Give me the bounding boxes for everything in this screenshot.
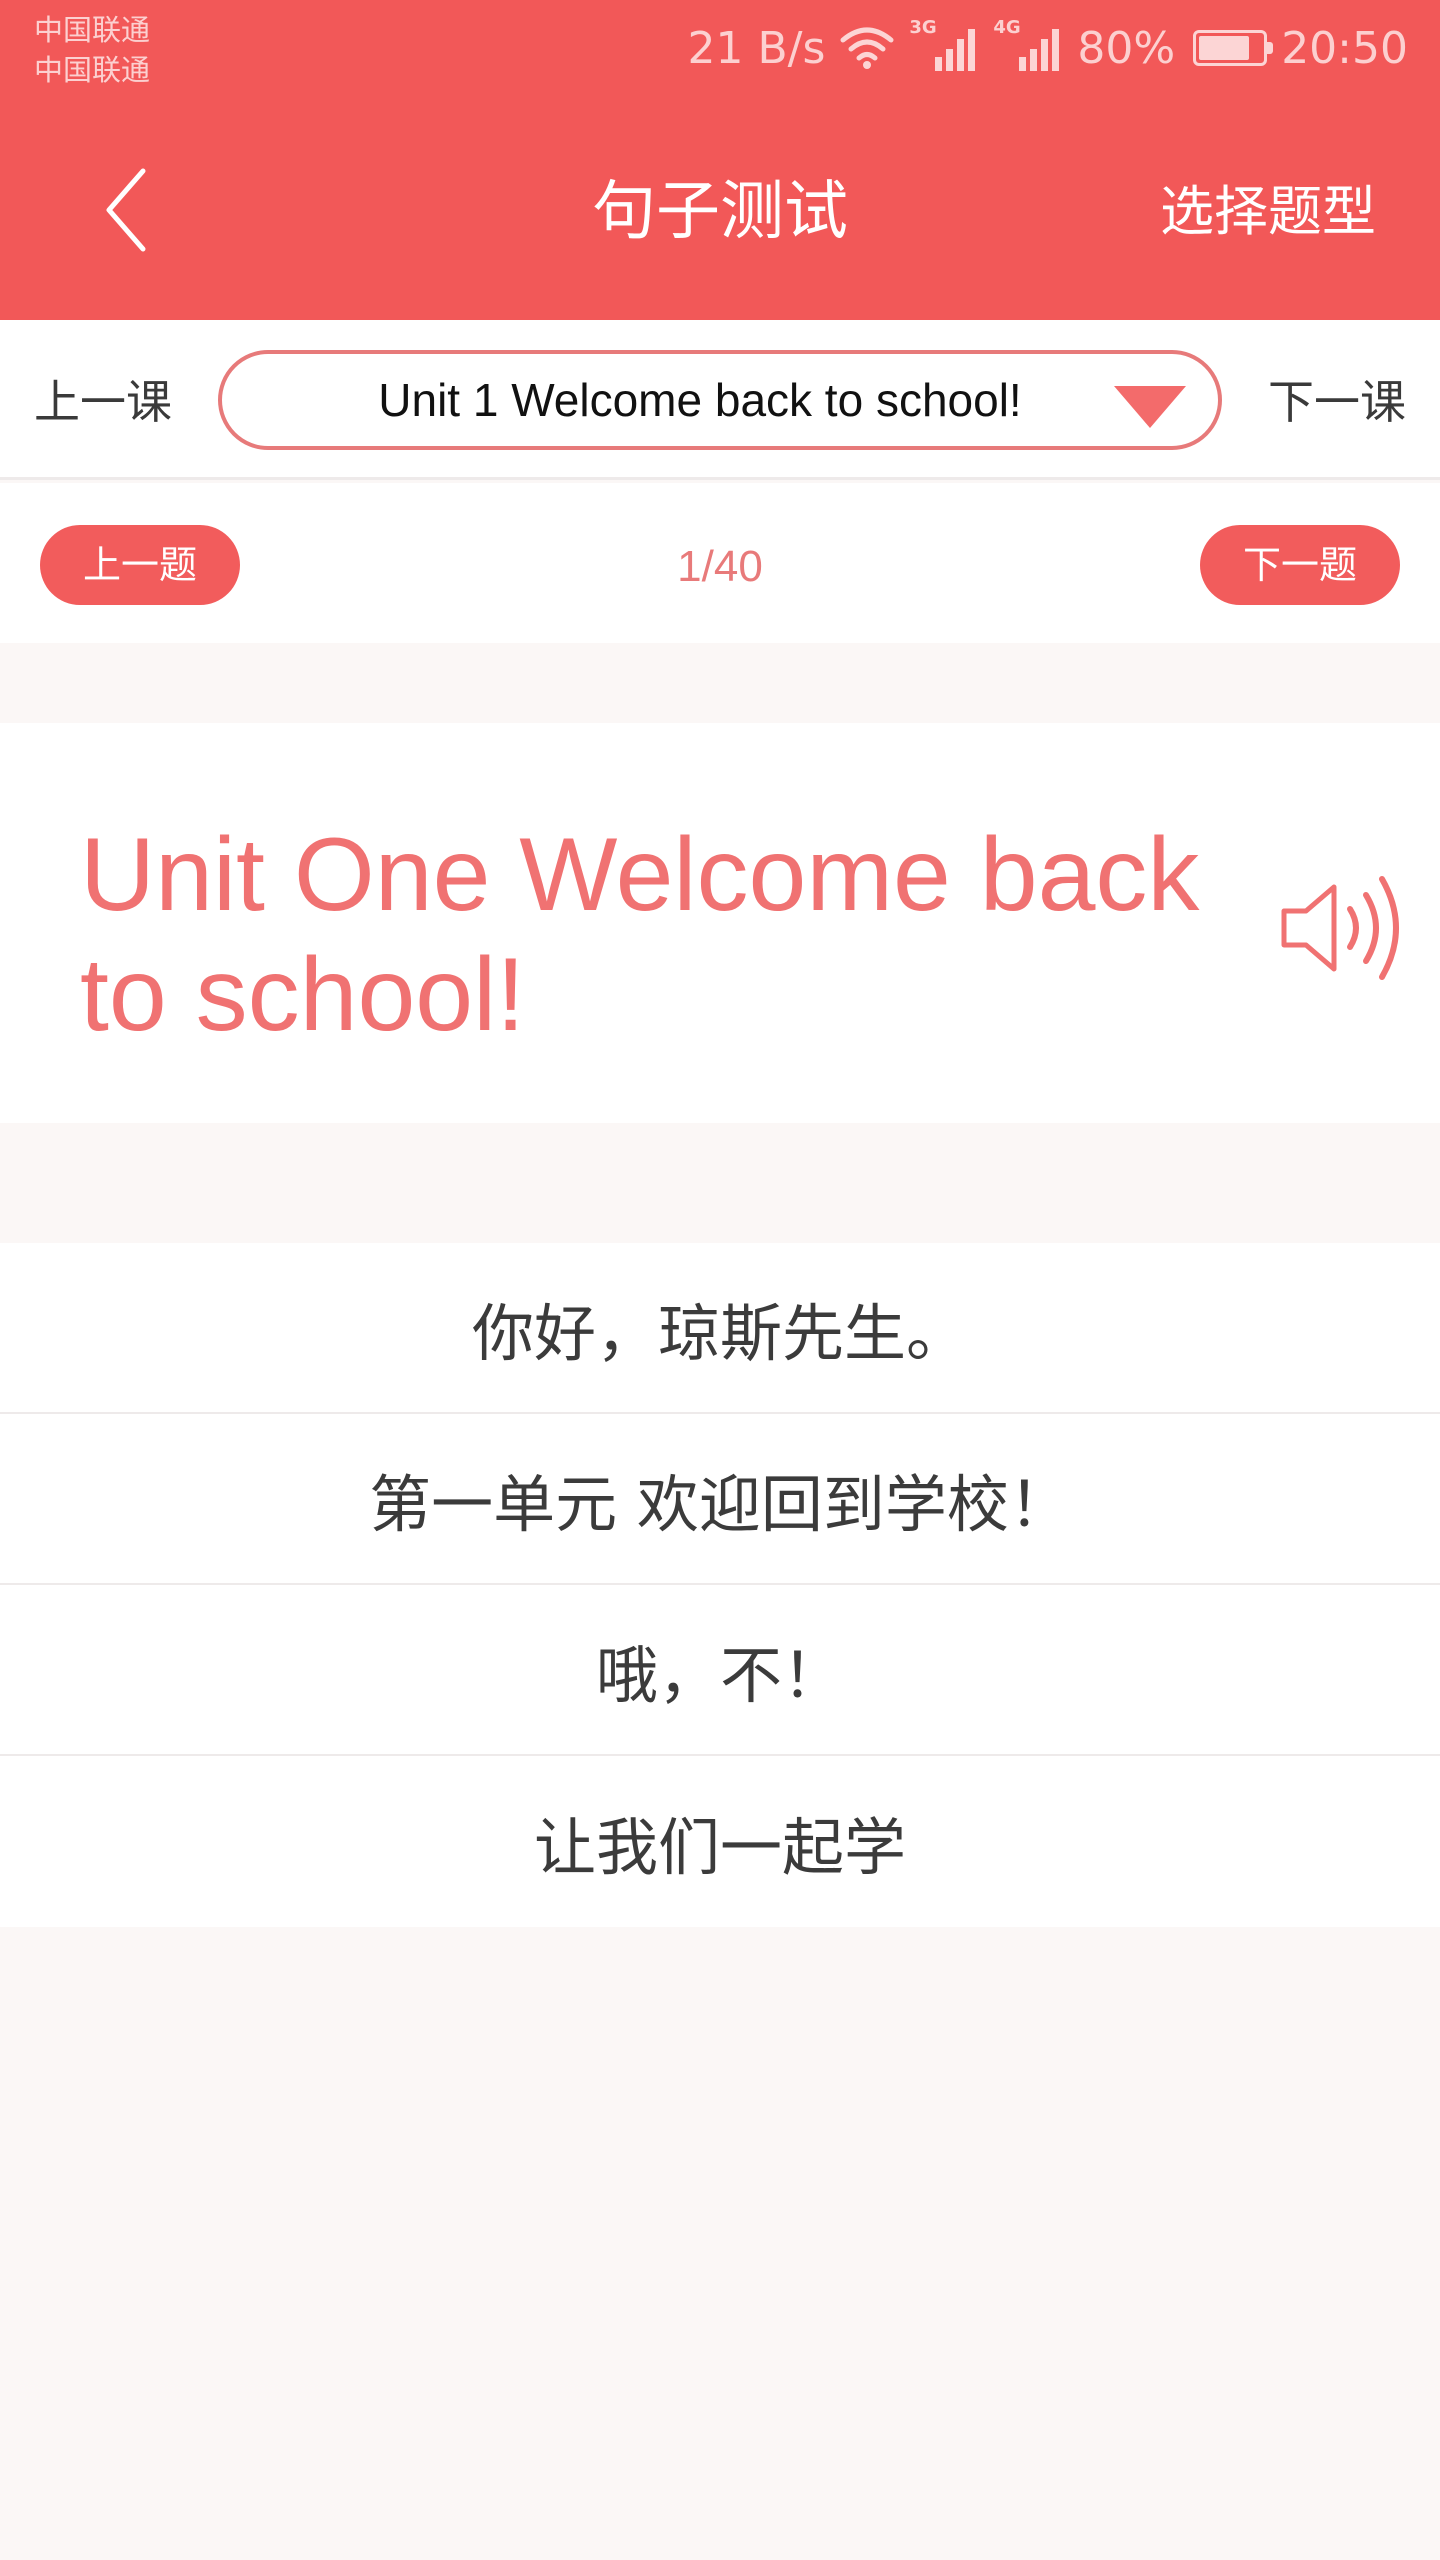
answer-option[interactable]: 哦，不！	[0, 1585, 1440, 1756]
answer-options: 你好，琼斯先生。 第一单元 欢迎回到学校！ 哦，不！ 让我们一起学	[0, 1243, 1440, 1927]
wifi-icon	[840, 27, 894, 69]
answer-option[interactable]: 让我们一起学	[0, 1756, 1440, 1927]
speaker-icon	[1281, 876, 1399, 980]
carrier-1: 中国联通	[34, 13, 151, 47]
signal-3g: 3G	[909, 17, 979, 73]
status-indicators: 21 B/s 3G 4G 80% 20:50	[687, 17, 1408, 78]
battery-fill	[1199, 36, 1249, 60]
app-header: 中国联通 中国联通 21 B/s 3G 4G 80% 20:50 句子测试 选择…	[0, 0, 1440, 320]
question-sentence: Unit One Welcome back to school!	[80, 817, 1200, 1053]
caret-down-icon	[1114, 386, 1186, 428]
lesson-bar: 上一课 Unit 1 Welcome back to school! 下一课	[0, 320, 1440, 480]
signal-bars-icon	[935, 29, 976, 71]
clock: 20:50	[1281, 22, 1408, 74]
carrier-2: 中国联通	[34, 53, 151, 87]
battery-icon	[1193, 30, 1274, 66]
next-lesson-button[interactable]: 下一课	[1268, 374, 1406, 430]
play-audio-button[interactable]	[1276, 863, 1406, 993]
answer-option[interactable]: 你好，琼斯先生。	[0, 1243, 1440, 1414]
signal-bars-icon	[1019, 29, 1060, 71]
carrier-info: 中国联通 中国联通	[34, 10, 150, 90]
select-question-type-button[interactable]: 选择题型	[1160, 176, 1376, 248]
lesson-dropdown-value: Unit 1 Welcome back to school!	[378, 374, 1022, 426]
network-speed: 21 B/s	[687, 22, 826, 74]
battery-percent: 80%	[1077, 22, 1176, 74]
signal-4g: 4G	[993, 17, 1063, 73]
lesson-dropdown[interactable]: Unit 1 Welcome back to school!	[218, 350, 1222, 450]
question-card: Unit One Welcome back to school!	[0, 723, 1440, 1123]
next-question-button[interactable]: 下一题	[1200, 525, 1400, 605]
previous-lesson-button[interactable]: 上一课	[34, 374, 172, 430]
question-navigation: 上一题 1/40 下一题	[0, 483, 1440, 643]
answer-option[interactable]: 第一单元 欢迎回到学校！	[0, 1414, 1440, 1585]
